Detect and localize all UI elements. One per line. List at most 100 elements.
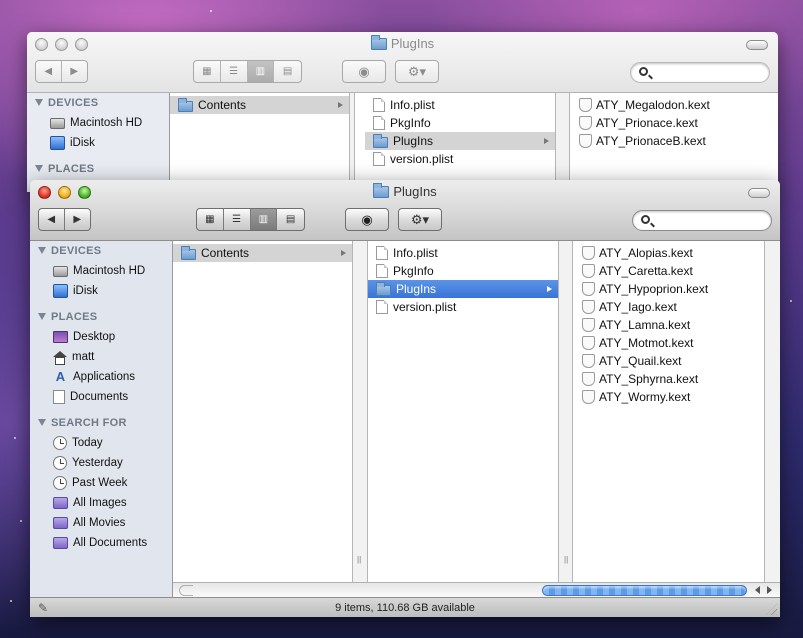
sidebar-item-all-documents[interactable]: All Documents	[30, 533, 172, 553]
list-item[interactable]: PkgInfo	[365, 114, 555, 132]
browser-column-3[interactable]: ATY_Megalodon.kext ATY_Prionace.kext ATY…	[570, 93, 778, 192]
browser-column-2[interactable]: Info.plist PkgInfo PlugIns version.plist	[368, 241, 559, 582]
list-item[interactable]: ATY_Motmot.kext	[573, 334, 764, 352]
sidebar-item-applications[interactable]: A Applications	[30, 367, 172, 387]
column-divider[interactable]	[765, 241, 780, 582]
list-item[interactable]: ATY_Quail.kext	[573, 352, 764, 370]
disclosure-triangle-icon[interactable]	[35, 99, 43, 106]
wallpaper-star	[20, 520, 22, 522]
disclosure-arrow-icon	[544, 138, 549, 144]
icon-view-icon[interactable]: ▦	[194, 61, 221, 82]
forward-button[interactable]: ▶	[62, 61, 87, 82]
list-item[interactable]: Contents	[173, 244, 352, 262]
list-item[interactable]: version.plist	[365, 150, 555, 168]
disclosure-triangle-icon[interactable]	[38, 247, 46, 254]
list-item[interactable]: ATY_Alopias.kext	[573, 244, 764, 262]
column-resize-handle[interactable]: ||	[357, 556, 363, 564]
column-view-icon[interactable]: ▥	[247, 61, 275, 82]
back-button[interactable]: ◀	[36, 61, 62, 82]
toolbar-toggle-button[interactable]	[746, 40, 768, 50]
scroll-right-arrow-icon[interactable]	[767, 586, 772, 594]
list-item[interactable]: PlugIns	[365, 132, 555, 150]
sidebar-item-home[interactable]: matt	[30, 347, 172, 367]
eye-icon: ◉	[361, 211, 373, 227]
quick-look-button[interactable]: ◉	[342, 60, 386, 83]
scrollbar-thumb[interactable]	[542, 585, 747, 596]
search-field[interactable]	[632, 210, 772, 231]
sidebar-item-macintosh-hd[interactable]: Macintosh HD	[30, 261, 172, 281]
view-mode-control[interactable]: ▦ ☰ ▥ ▤	[196, 208, 305, 231]
list-item[interactable]: Info.plist	[368, 244, 558, 262]
eye-icon: ◉	[358, 63, 370, 79]
disclosure-triangle-icon[interactable]	[35, 165, 43, 172]
list-item[interactable]: ATY_Caretta.kext	[573, 262, 764, 280]
sidebar-item-documents[interactable]: Documents	[30, 387, 172, 407]
list-item[interactable]: ATY_PrionaceB.kext	[570, 132, 778, 150]
quick-look-button[interactable]: ◉	[345, 208, 389, 231]
action-menu-button[interactable]: ⚙▾	[398, 208, 442, 231]
forward-button[interactable]: ▶	[65, 209, 90, 230]
list-item[interactable]: ATY_Prionace.kext	[570, 114, 778, 132]
list-view-icon[interactable]: ☰	[221, 61, 248, 82]
coverflow-view-icon[interactable]: ▤	[274, 61, 301, 82]
list-item[interactable]: ATY_Sphyrna.kext	[573, 370, 764, 388]
sidebar-item-label: All Movies	[73, 517, 126, 529]
list-item[interactable]: ATY_Wormy.kext	[573, 388, 764, 406]
sidebar-section-devices[interactable]: DEVICES	[27, 93, 169, 113]
list-item[interactable]: Contents	[170, 96, 349, 114]
sidebar-section-devices[interactable]: DEVICES	[30, 241, 172, 261]
search-field[interactable]	[630, 62, 770, 83]
toolbar-toggle-button[interactable]	[748, 188, 770, 198]
finder-window[interactable]: PlugIns ◀ ▶ ▦ ☰ ▥ ▤ ◉ ⚙▾ DEVICES Macinto…	[30, 180, 780, 617]
back-forward-control[interactable]: ◀ ▶	[35, 60, 88, 83]
icon-view-icon[interactable]: ▦	[197, 209, 224, 230]
browser-column-2[interactable]: Info.plist PkgInfo PlugIns version.plist	[365, 93, 556, 192]
browser-column-1[interactable]: Contents	[173, 241, 353, 582]
action-menu-button[interactable]: ⚙▾	[395, 60, 439, 83]
sidebar-item-all-movies[interactable]: All Movies	[30, 513, 172, 533]
titlebar[interactable]: PlugIns ◀ ▶ ▦ ☰ ▥ ▤ ◉ ⚙▾	[30, 180, 780, 241]
back-button[interactable]: ◀	[39, 209, 65, 230]
titlebar[interactable]: PlugIns ◀ ▶ ▦ ☰ ▥ ▤ ◉ ⚙▾	[27, 32, 778, 93]
coverflow-view-icon[interactable]: ▤	[277, 209, 304, 230]
list-view-icon[interactable]: ☰	[224, 209, 251, 230]
sidebar-section-search-for[interactable]: SEARCH FOR	[30, 413, 172, 433]
list-item[interactable]: Info.plist	[365, 96, 555, 114]
list-item[interactable]: ATY_Megalodon.kext	[570, 96, 778, 114]
list-item[interactable]: ATY_Hypoprion.kext	[573, 280, 764, 298]
browser-column-1[interactable]: Contents	[170, 93, 350, 192]
sidebar-item-idisk[interactable]: iDisk	[30, 281, 172, 301]
disclosure-triangle-icon[interactable]	[38, 313, 46, 320]
sidebar-item-macintosh-hd[interactable]: Macintosh HD	[27, 113, 169, 133]
sidebar-item-yesterday[interactable]: Yesterday	[30, 453, 172, 473]
gear-icon: ⚙▾	[410, 211, 430, 227]
horizontal-scrollbar[interactable]	[173, 582, 780, 597]
sidebar-item-label: Past Week	[72, 477, 128, 489]
back-forward-control[interactable]: ◀ ▶	[38, 208, 91, 231]
view-mode-control[interactable]: ▦ ☰ ▥ ▤	[193, 60, 302, 83]
sidebar-item-past-week[interactable]: Past Week	[30, 473, 172, 493]
sidebar-item-label: All Images	[73, 497, 127, 509]
smart-folder-icon	[53, 537, 68, 549]
sidebar-item-idisk[interactable]: iDisk	[27, 133, 169, 153]
sidebar-item-desktop[interactable]: Desktop	[30, 327, 172, 347]
column-divider[interactable]: ||	[353, 241, 368, 582]
column-view-icon[interactable]: ▥	[250, 209, 278, 230]
sidebar-item-today[interactable]: Today	[30, 433, 172, 453]
finder-window-background[interactable]: PlugIns ◀ ▶ ▦ ☰ ▥ ▤ ◉ ⚙▾ DEVICES Macinto…	[27, 32, 778, 192]
resize-grip-icon[interactable]	[766, 604, 777, 615]
list-item[interactable]: ATY_Iago.kext	[573, 298, 764, 316]
list-item[interactable]: PkgInfo	[368, 262, 558, 280]
disclosure-triangle-icon[interactable]	[38, 419, 46, 426]
column-resize-handle[interactable]: ||	[564, 556, 570, 564]
scroll-left-arrow-icon[interactable]	[755, 586, 760, 594]
sidebar-item-all-images[interactable]: All Images	[30, 493, 172, 513]
column-divider[interactable]: ||	[559, 241, 573, 582]
list-item[interactable]: ATY_Lamna.kext	[573, 316, 764, 334]
list-item[interactable]: PlugIns	[368, 280, 558, 298]
kext-icon	[581, 390, 595, 404]
browser-column-3[interactable]: ATY_Alopias.kext ATY_Caretta.kext ATY_Hy…	[573, 241, 765, 582]
sidebar-section-places[interactable]: PLACES	[30, 307, 172, 327]
sidebar-section-places[interactable]: PLACES	[27, 159, 169, 179]
list-item[interactable]: version.plist	[368, 298, 558, 316]
